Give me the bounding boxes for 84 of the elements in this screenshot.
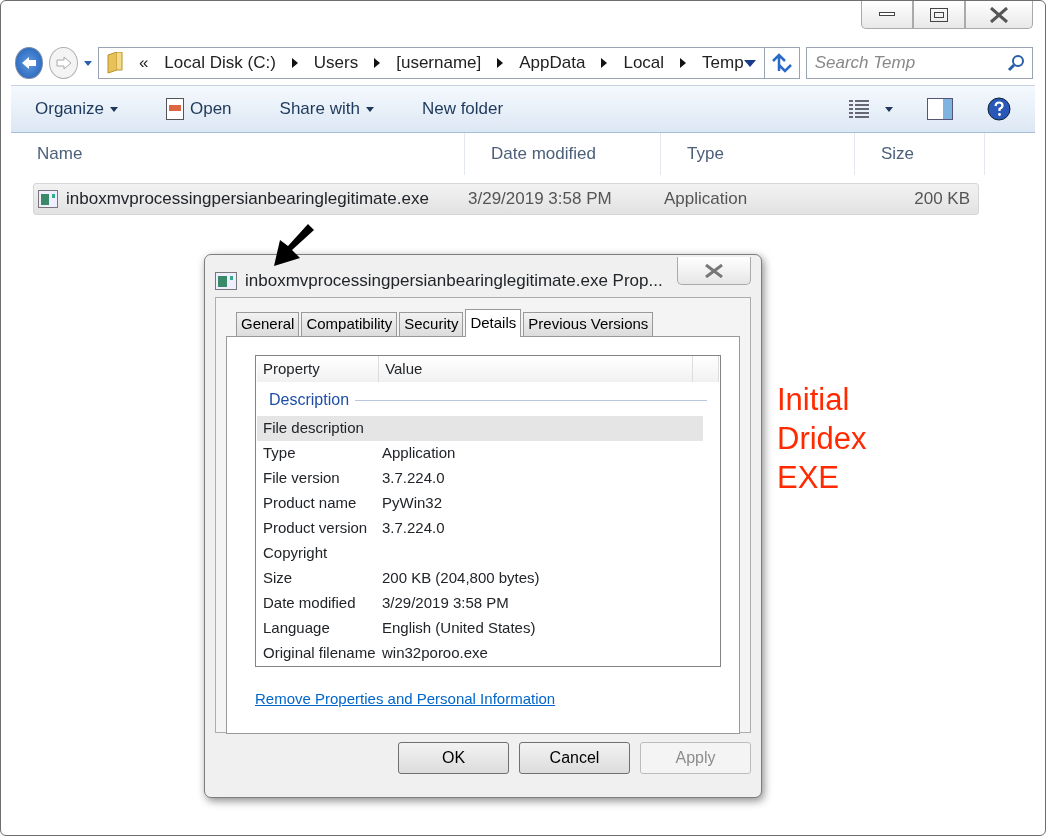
close-button[interactable] — [677, 257, 751, 285]
tab[interactable]: Previous Versions — [523, 312, 654, 336]
property-name: Product name — [262, 493, 358, 514]
column-header[interactable]: Property — [257, 356, 380, 382]
breadcrumb[interactable]: AppData — [519, 50, 586, 76]
property-value: 200 KB (204,800 bytes) — [382, 568, 540, 589]
minimize-icon — [879, 12, 895, 17]
property-value: 3.7.224.0 — [382, 518, 445, 539]
property-name: Copyright — [262, 543, 329, 564]
property-name: File version — [262, 468, 341, 489]
application-icon — [215, 272, 237, 290]
back-button[interactable] — [15, 47, 44, 79]
address-bar[interactable]: « Local Disk (C:) Users [username] AppData Local Temp — [97, 47, 800, 79]
tab[interactable]: Security — [399, 312, 464, 336]
dialog-button[interactable]: OK — [398, 742, 509, 774]
property-value: PyWin32 — [382, 493, 443, 514]
tab[interactable]: General — [236, 312, 300, 336]
breadcrumb[interactable]: Local — [623, 50, 665, 76]
breadcrumb[interactable]: Temp — [702, 50, 744, 76]
close-icon — [704, 263, 724, 278]
annotation-text: Initial — [777, 381, 851, 419]
column-header[interactable]: Type — [661, 133, 855, 175]
view-options-icon[interactable] — [849, 100, 893, 118]
breadcrumb[interactable]: [username] — [396, 50, 482, 76]
column-header[interactable]: Name — [11, 133, 465, 175]
breadcrumb-arrow-icon[interactable] — [680, 58, 687, 68]
property-value: 3.7.224.0 — [382, 468, 445, 489]
application-icon — [38, 190, 58, 208]
property-value: win32poroo.exe — [382, 643, 488, 664]
dialog-title: inboxmvprocessingpersianbearinglegitimate.exe Prop... — [245, 270, 663, 293]
tab[interactable]: Details — [465, 309, 522, 337]
breadcrumb-arrow-icon[interactable] — [374, 58, 381, 68]
help-icon[interactable] — [987, 97, 1011, 121]
property-name: Product version — [262, 518, 369, 539]
toolbar-button[interactable]: Organize — [27, 92, 126, 126]
column-header[interactable]: Date modified — [465, 133, 661, 175]
breadcrumb[interactable]: Users — [313, 50, 359, 76]
forward-arrow-icon — [55, 56, 72, 70]
breadcrumb-arrow-icon[interactable] — [497, 58, 504, 68]
property-value: Application — [382, 443, 456, 464]
file-size: 200 KB — [913, 188, 970, 211]
file-name: inboxmvprocessingpersianbearinglegitimate.exe — [66, 188, 430, 211]
close-button[interactable] — [965, 1, 1033, 29]
breadcrumb[interactable]: Local Disk (C:) — [164, 50, 276, 76]
property-row[interactable]: File description — [257, 416, 703, 441]
tab[interactable]: Compatibility — [301, 312, 398, 336]
property-value: 3/29/2019 3:58 PM — [382, 593, 509, 614]
property-name: Type — [262, 443, 297, 464]
file-date: 3/29/2019 3:58 PM — [468, 188, 613, 211]
maximize-button[interactable] — [913, 1, 965, 29]
caret-icon — [365, 106, 374, 112]
property-name: Size — [262, 568, 294, 589]
caret-icon — [110, 106, 118, 112]
overflow-chevron[interactable]: « — [138, 50, 149, 76]
property-name: Date modified — [262, 593, 357, 614]
section-heading: Description — [269, 390, 350, 410]
history-dropdown-icon[interactable] — [83, 60, 92, 66]
file-row[interactable]: inboxmvprocessingpersianbearinglegitimate.exe 3/29/2019 3:58 PM Application 200 KB — [33, 183, 979, 215]
close-icon — [989, 6, 1009, 23]
breadcrumb-arrow-icon[interactable] — [601, 58, 608, 68]
annotation-text: EXE — [777, 459, 841, 497]
remove-properties-link[interactable]: Remove Properties and Personal Information — [255, 688, 556, 711]
property-name: Original filename — [262, 643, 377, 664]
property-name: File description — [262, 418, 365, 439]
folder-icon — [106, 52, 123, 74]
property-value: English (United States) — [382, 618, 536, 639]
search-field[interactable]: Search Temp — [805, 47, 1033, 79]
search-icon — [1007, 54, 1025, 72]
file-type: Application — [664, 188, 749, 211]
dialog-button[interactable]: Cancel — [519, 742, 630, 774]
maximize-icon — [930, 7, 948, 22]
breadcrumb-arrow-icon[interactable] — [291, 58, 298, 68]
toolbar-button[interactable]: Share with — [271, 92, 382, 126]
column-header[interactable]: Size — [855, 133, 985, 175]
toolbar-button[interactable]: Open — [158, 92, 240, 126]
property-name: Language — [262, 618, 331, 639]
back-arrow-icon — [21, 56, 38, 70]
dropdown-arrow-icon[interactable] — [743, 59, 756, 67]
document-icon — [166, 98, 184, 120]
annotation-text: Dridex — [777, 420, 867, 458]
column-header[interactable]: Value — [379, 356, 694, 382]
toolbar-button[interactable]: New folder — [413, 92, 512, 126]
preview-pane-icon[interactable] — [927, 98, 953, 120]
minimize-button[interactable] — [861, 1, 913, 29]
